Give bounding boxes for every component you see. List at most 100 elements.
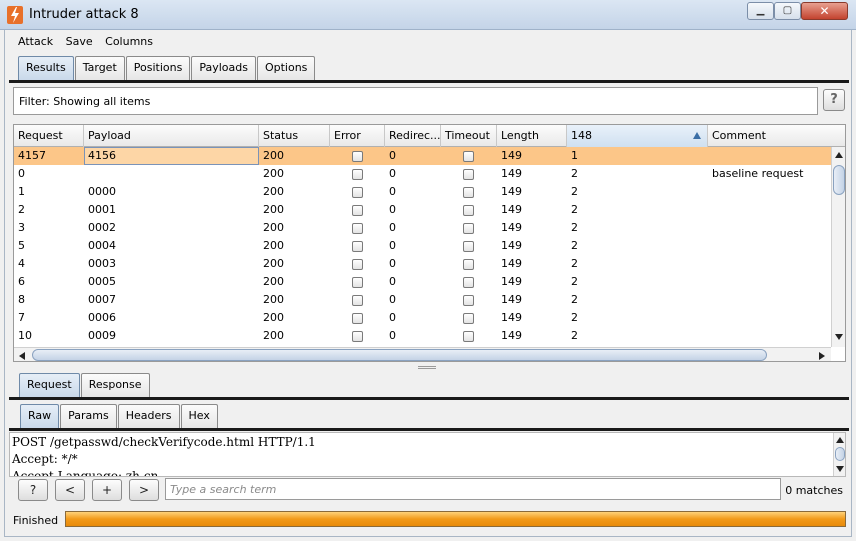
cell-redirects: 0: [389, 239, 396, 252]
tab-payloads[interactable]: Payloads: [191, 56, 256, 80]
tab-response[interactable]: Response: [80, 373, 150, 397]
scroll-right-icon[interactable]: [819, 352, 825, 360]
table-vertical-scrollbar[interactable]: [831, 147, 845, 347]
cell-status: 200: [263, 257, 284, 270]
editor-scroll-down-icon[interactable]: [836, 466, 844, 472]
search-input[interactable]: [165, 478, 781, 500]
column-timeout[interactable]: Timeout: [441, 125, 497, 147]
cell-comment: [708, 183, 831, 201]
cell-c148: 2: [571, 239, 578, 252]
error-checkbox: [352, 223, 363, 234]
filter-bar[interactable]: Filter: Showing all items: [13, 87, 818, 115]
table-row[interactable]: 2 0001 200 0 149 2: [14, 201, 831, 219]
column-148[interactable]: 148: [567, 125, 708, 147]
column-length[interactable]: Length: [497, 125, 567, 147]
cell-length: 149: [501, 185, 522, 198]
timeout-checkbox: [463, 151, 474, 162]
tab-hex[interactable]: Hex: [180, 404, 218, 428]
cell-redirects: 0: [389, 329, 396, 342]
menu-columns[interactable]: Columns: [105, 33, 153, 51]
cell-comment: [708, 255, 831, 273]
maximize-button[interactable]: ▢: [774, 2, 801, 20]
cell-comment: [708, 219, 831, 237]
scroll-left-icon[interactable]: [19, 352, 25, 360]
search-previous-button[interactable]: <: [55, 479, 85, 501]
cell-c148: 2: [571, 275, 578, 288]
tab-params[interactable]: Params: [60, 404, 117, 428]
search-add-button[interactable]: +: [92, 479, 122, 501]
scroll-up-icon[interactable]: [835, 152, 843, 158]
menu-save[interactable]: Save: [66, 33, 93, 51]
cell-c148: 2: [571, 293, 578, 306]
window-client: Attack Save Columns Results Target Posit…: [4, 30, 852, 537]
error-checkbox: [352, 331, 363, 342]
table-horizontal-scroll-thumb[interactable]: [32, 349, 767, 361]
column-error[interactable]: Error: [330, 125, 385, 147]
editor-scroll-thumb[interactable]: [835, 447, 845, 461]
filter-help-button[interactable]: ?: [823, 89, 845, 111]
tab-target[interactable]: Target: [74, 56, 125, 80]
cell-length: 149: [501, 329, 522, 342]
column-comment[interactable]: Comment: [708, 125, 845, 147]
scroll-down-icon[interactable]: [835, 334, 843, 340]
timeout-checkbox: [463, 205, 474, 216]
cell-status: 200: [263, 311, 284, 324]
tab-request[interactable]: Request: [19, 373, 80, 397]
column-payload[interactable]: Payload: [84, 125, 259, 147]
pane-splitter[interactable]: [418, 366, 436, 369]
timeout-checkbox: [463, 223, 474, 234]
menu-bar: Attack Save Columns: [9, 33, 153, 51]
tab-options[interactable]: Options: [256, 56, 316, 80]
minimize-icon: ▁: [756, 5, 765, 16]
table-row[interactable]: 6 0005 200 0 149 2: [14, 273, 831, 291]
table-row[interactable]: 0 200 0 149 2 baseline request: [14, 165, 831, 183]
cell-request: 2: [18, 203, 25, 216]
table-row[interactable]: 4 0003 200 0 149 2: [14, 255, 831, 273]
table-row[interactable]: 3 0002 200 0 149 2: [14, 219, 831, 237]
editor-scroll-up-icon[interactable]: [836, 437, 844, 443]
table-row[interactable]: 7 0006 200 0 149 2: [14, 309, 831, 327]
table-horizontal-scrollbar[interactable]: [14, 347, 831, 361]
cell-c148: 2: [571, 257, 578, 270]
table-vertical-scroll-thumb[interactable]: [833, 165, 845, 195]
cell-length: 149: [501, 257, 522, 270]
tab-headers[interactable]: Headers: [117, 404, 180, 428]
error-checkbox: [352, 295, 363, 306]
sort-ascending-icon: [693, 132, 701, 139]
status-text: Finished: [13, 514, 59, 527]
menu-attack[interactable]: Attack: [18, 33, 53, 51]
editor-vertical-scrollbar[interactable]: [833, 433, 845, 476]
raw-request-editor[interactable]: POST /getpasswd/checkVerifycode.html HTT…: [9, 432, 846, 477]
cell-payload: 0009: [88, 329, 116, 342]
editor-line: Accept: */*: [12, 452, 78, 466]
column-redirects[interactable]: Redirec...: [385, 125, 441, 147]
tab-raw[interactable]: Raw: [20, 404, 60, 428]
cell-comment: [708, 327, 831, 345]
cell-request: 4157: [18, 149, 46, 162]
table-row[interactable]: 5 0004 200 0 149 2: [14, 237, 831, 255]
table-row[interactable]: 10 0009 200 0 149 2: [14, 327, 831, 345]
error-checkbox: [352, 169, 363, 180]
table-row[interactable]: 1 0000 200 0 149 2: [14, 183, 831, 201]
table-row[interactable]: 8 0007 200 0 149 2: [14, 291, 831, 309]
minimize-button[interactable]: ▁: [747, 2, 774, 20]
table-row[interactable]: 4157 4156 200 0 149 1: [14, 147, 831, 165]
close-button[interactable]: ✕: [801, 2, 848, 20]
editor-line: POST /getpasswd/checkVerifycode.html HTT…: [12, 435, 316, 449]
cell-status: 200: [263, 275, 284, 288]
timeout-checkbox: [463, 259, 474, 270]
search-next-button[interactable]: >: [129, 479, 159, 501]
cell-request: 0: [18, 167, 25, 180]
cell-request: 1: [18, 185, 25, 198]
column-status[interactable]: Status: [259, 125, 330, 147]
search-help-button[interactable]: ?: [18, 479, 48, 501]
editor-line: Accept-Language: zh-cn: [12, 469, 159, 477]
cell-length: 149: [501, 221, 522, 234]
tab-positions[interactable]: Positions: [125, 56, 191, 80]
tab-results[interactable]: Results: [18, 56, 74, 80]
cell-payload: 0005: [88, 275, 116, 288]
column-request[interactable]: Request: [14, 125, 84, 147]
cell-comment: [708, 273, 831, 291]
burp-app-icon: [7, 6, 23, 24]
timeout-checkbox: [463, 331, 474, 342]
